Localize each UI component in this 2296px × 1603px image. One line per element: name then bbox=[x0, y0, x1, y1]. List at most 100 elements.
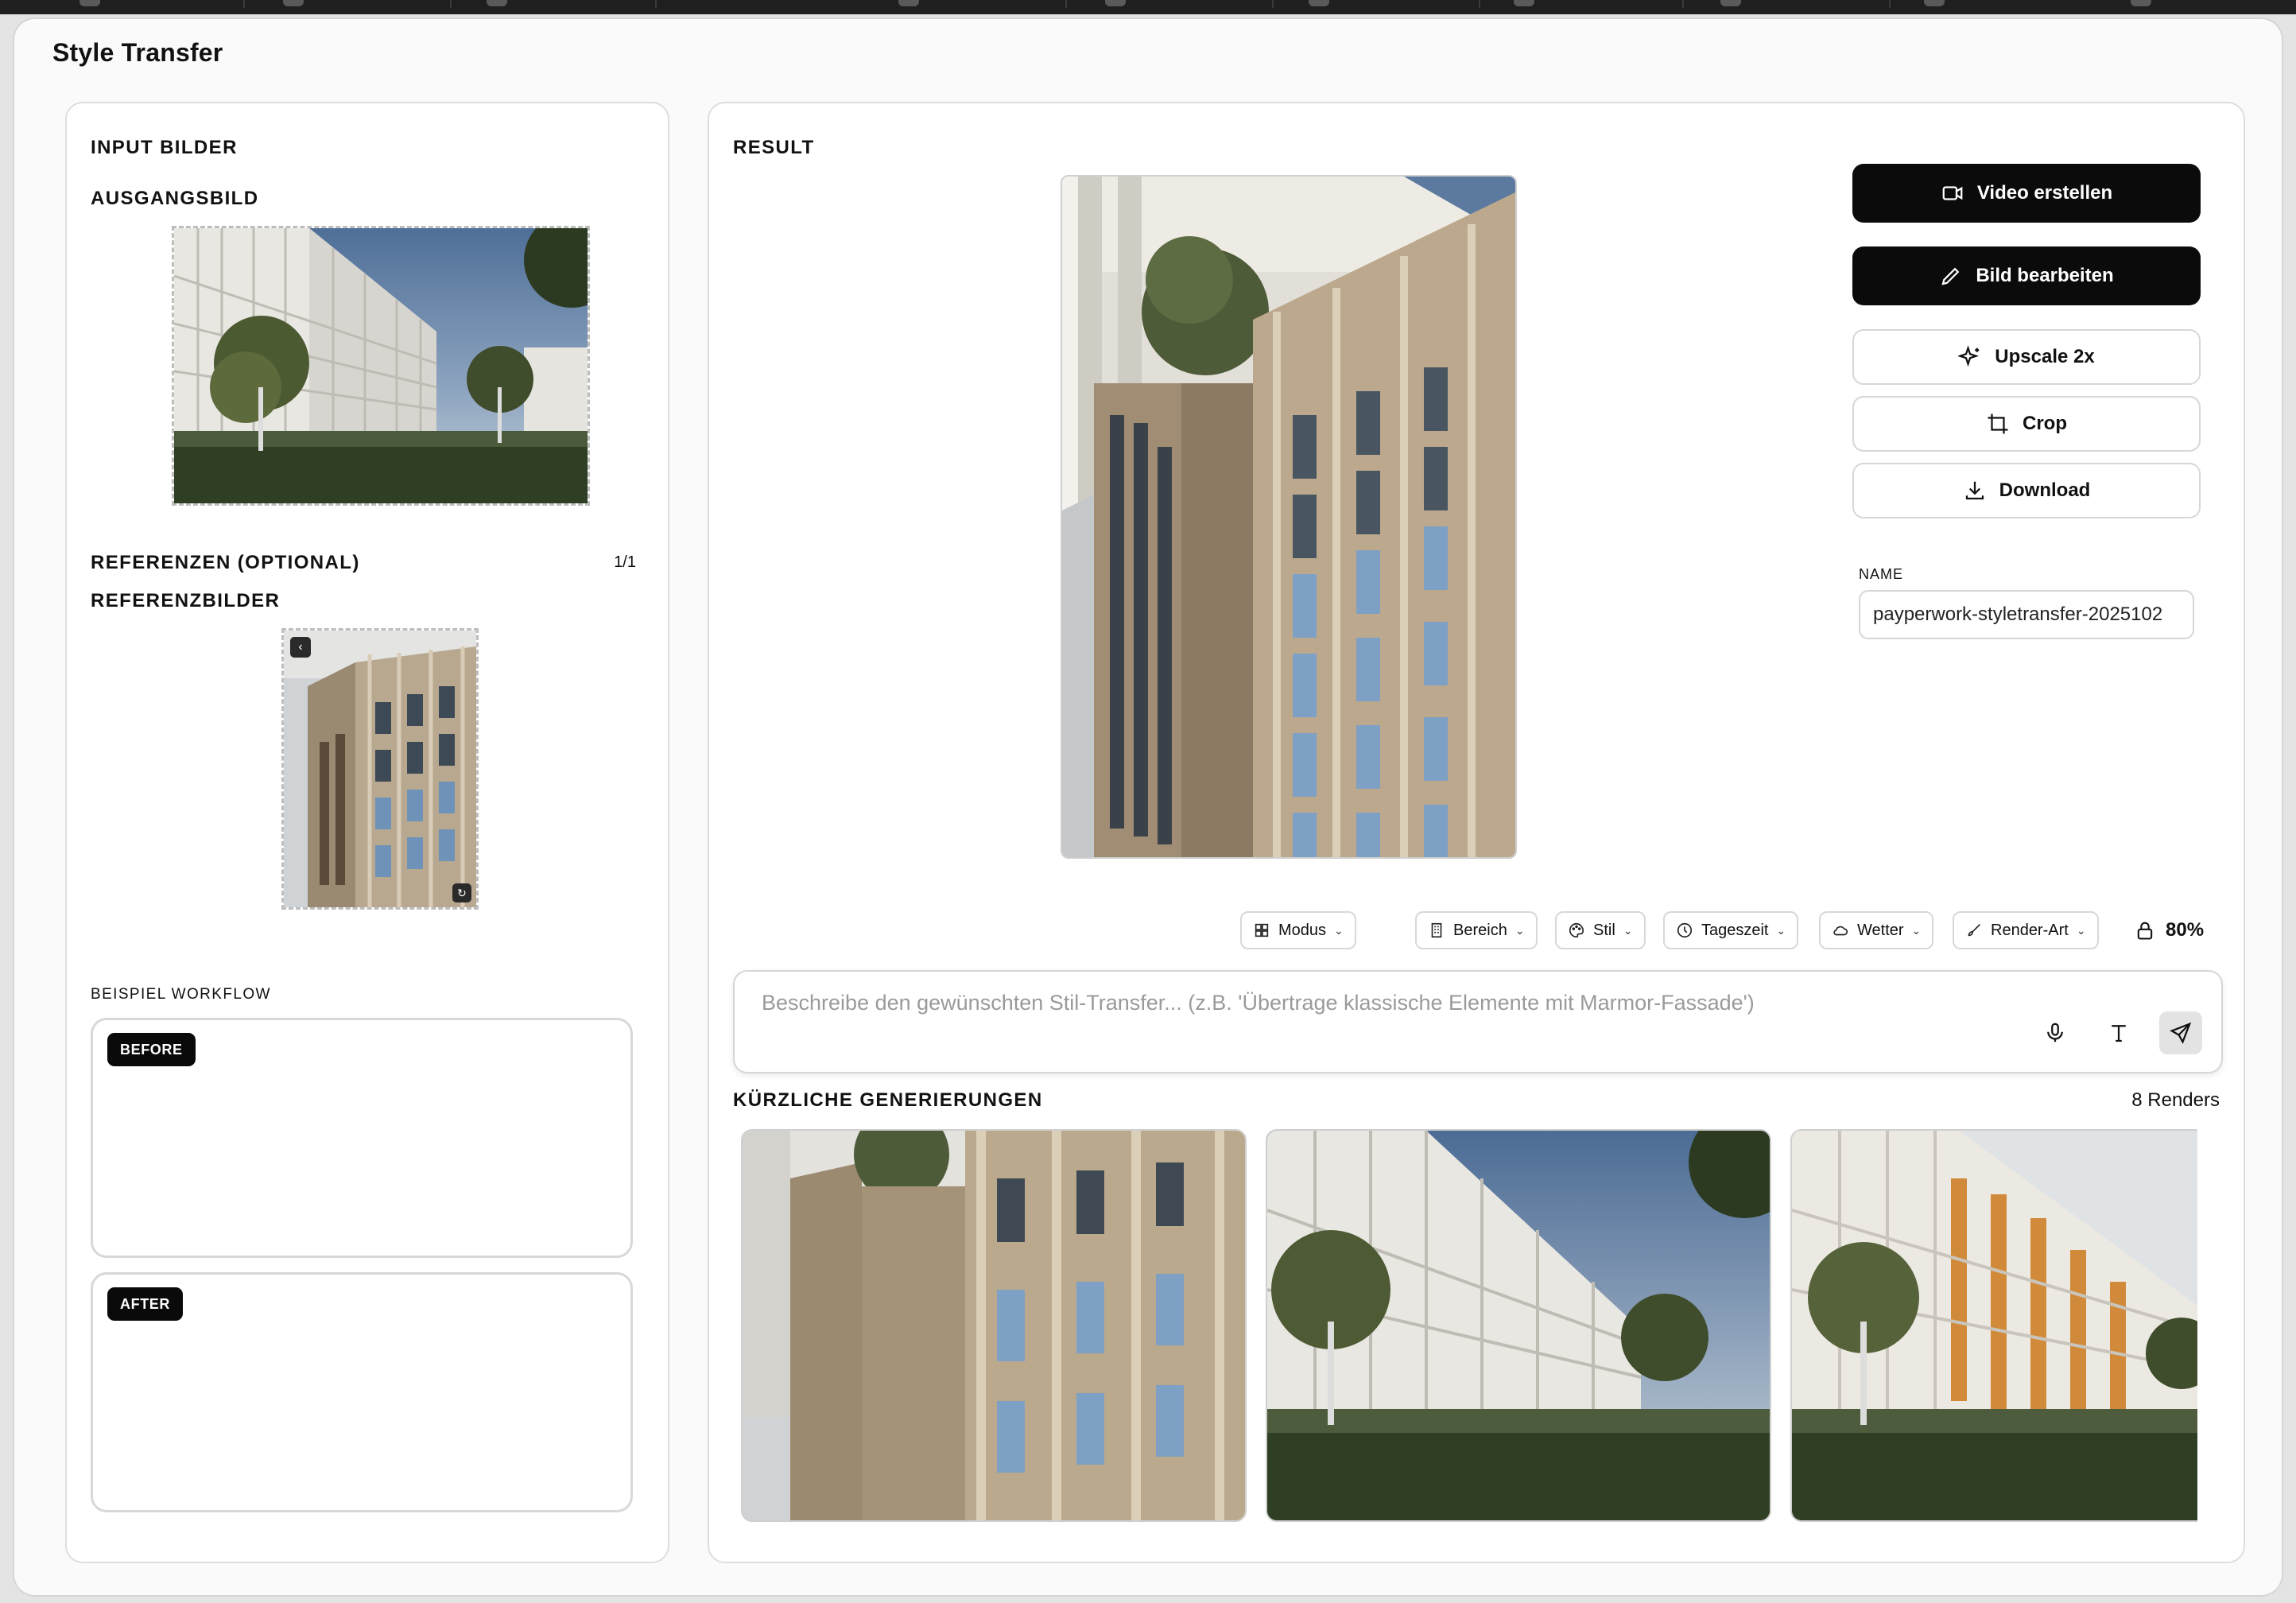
thumbnail-render bbox=[1267, 1131, 1770, 1520]
tab-icon[interactable] bbox=[487, 0, 507, 6]
chip-tageszeit-label: Tageszeit bbox=[1701, 921, 1769, 939]
before-tag: BEFORE bbox=[107, 1033, 196, 1066]
recent-render-thumbnail[interactable] bbox=[1790, 1129, 2197, 1522]
source-image[interactable] bbox=[172, 226, 590, 506]
text-icon bbox=[2112, 1025, 2126, 1042]
chevron-left-icon[interactable]: ‹ bbox=[290, 637, 311, 658]
chip-stil[interactable]: Stil ⌄ bbox=[1555, 911, 1646, 949]
reference-images-label: REFERENZBILDER bbox=[91, 590, 281, 611]
tab-icon[interactable] bbox=[283, 0, 304, 6]
crop-button[interactable]: Crop bbox=[1852, 396, 2201, 452]
tab-divider bbox=[1065, 0, 1067, 8]
download-button[interactable]: Download bbox=[1852, 463, 2201, 518]
edit-image-button[interactable]: Bild bearbeiten bbox=[1852, 246, 2201, 305]
result-panel: RESULT Video erstellen Bild bearbeiten U… bbox=[708, 102, 2245, 1563]
reference-image[interactable]: ‹ ↻ bbox=[281, 628, 479, 910]
upscale-label: Upscale 2x bbox=[1995, 346, 2095, 367]
source-image-label: AUSGANGSBILD bbox=[91, 188, 259, 209]
tab-divider bbox=[1479, 0, 1480, 8]
recent-render-thumbnail[interactable] bbox=[741, 1129, 1247, 1522]
create-video-button[interactable]: Video erstellen bbox=[1852, 164, 2201, 223]
chip-render-art-label: Render-Art bbox=[1991, 921, 2069, 939]
tab-icon[interactable] bbox=[1924, 0, 1945, 6]
tab-icon[interactable] bbox=[1309, 0, 1329, 6]
renders-count: 8 Renders bbox=[2131, 1089, 2220, 1111]
prompt-input[interactable]: Beschreibe den gewünschten Stil-Transfer… bbox=[733, 970, 2223, 1073]
tab-icon[interactable] bbox=[2131, 0, 2151, 6]
tab-divider bbox=[655, 0, 657, 8]
thumbnail-render bbox=[1792, 1131, 2197, 1520]
clock-icon bbox=[1677, 922, 1693, 938]
result-image[interactable] bbox=[1061, 175, 1517, 859]
source-image-render bbox=[174, 228, 588, 503]
crop-label: Crop bbox=[2023, 413, 2067, 434]
tab-divider bbox=[243, 0, 245, 8]
workflow-after-box: AFTER bbox=[91, 1272, 633, 1512]
strength-lock[interactable]: 80% bbox=[2134, 911, 2204, 949]
references-label: REFERENZEN (OPTIONAL) bbox=[91, 552, 360, 573]
tab-divider bbox=[450, 0, 452, 8]
tab-icon[interactable] bbox=[1514, 0, 1534, 6]
text-format-button[interactable] bbox=[2097, 1011, 2140, 1054]
tab-divider bbox=[1682, 0, 1684, 8]
chip-tageszeit[interactable]: Tageszeit ⌄ bbox=[1663, 911, 1799, 949]
microphone-button[interactable] bbox=[2034, 1011, 2077, 1054]
chip-wetter[interactable]: Wetter ⌄ bbox=[1819, 911, 1934, 949]
edit-image-label: Bild bearbeiten bbox=[1976, 265, 2114, 286]
result-panel-header: RESULT bbox=[733, 137, 815, 158]
chip-bereich[interactable]: Bereich ⌄ bbox=[1415, 911, 1538, 949]
input-panel: INPUT BILDER AUSGANGSBILD REFERENZEN (OP… bbox=[65, 102, 669, 1563]
download-label: Download bbox=[1999, 479, 2091, 501]
name-input[interactable] bbox=[1859, 590, 2194, 639]
chevron-down-icon: ⌄ bbox=[1911, 923, 1922, 937]
cloud-icon bbox=[1833, 926, 1848, 936]
lock-icon bbox=[2137, 922, 2153, 940]
recent-render-thumbnail[interactable] bbox=[1266, 1129, 1771, 1522]
create-video-label: Video erstellen bbox=[1976, 182, 2113, 204]
workflow-label: BEISPIEL WORKFLOW bbox=[91, 986, 271, 1003]
grid-icon bbox=[1255, 923, 1269, 937]
browser-tab-strip bbox=[0, 0, 2296, 14]
chevron-down-icon: ⌄ bbox=[1334, 923, 1344, 937]
upscale-button[interactable]: Upscale 2x bbox=[1852, 329, 2201, 385]
chevron-down-icon: ⌄ bbox=[1515, 923, 1525, 937]
recent-generations-label: KÜRZLICHE GENERIERUNGEN bbox=[733, 1089, 1043, 1111]
microphone-icon bbox=[2047, 1023, 2063, 1042]
after-tag: AFTER bbox=[107, 1287, 183, 1321]
download-icon bbox=[1965, 481, 1984, 500]
refresh-icon[interactable]: ↻ bbox=[452, 883, 471, 902]
reference-image-render bbox=[284, 631, 476, 907]
chevron-down-icon: ⌄ bbox=[1623, 923, 1633, 937]
app-window: Style Transfer INPUT BILDER AUSGANGSBILD bbox=[14, 19, 2282, 1595]
tab-icon[interactable] bbox=[80, 0, 100, 6]
page-title: Style Transfer bbox=[52, 38, 223, 67]
chip-wetter-label: Wetter bbox=[1857, 921, 1904, 939]
chip-bereich-label: Bereich bbox=[1453, 921, 1507, 939]
chip-modus[interactable]: Modus ⌄ bbox=[1240, 911, 1356, 949]
chip-stil-label: Stil bbox=[1593, 921, 1615, 939]
tab-divider bbox=[1272, 0, 1274, 8]
video-icon bbox=[1942, 186, 1963, 200]
name-label: NAME bbox=[1859, 566, 1904, 582]
sparkles-icon bbox=[1958, 345, 1980, 367]
tab-divider bbox=[1889, 0, 1891, 8]
send-button[interactable] bbox=[2159, 1011, 2202, 1054]
chevron-down-icon: ⌄ bbox=[2076, 923, 2086, 937]
palette-icon bbox=[1569, 922, 1584, 938]
brush-icon bbox=[1968, 924, 1980, 937]
prompt-placeholder: Beschreibe den gewünschten Stil-Transfer… bbox=[762, 991, 1755, 1015]
tab-icon[interactable] bbox=[1720, 0, 1741, 6]
tab-icon[interactable] bbox=[898, 0, 919, 6]
crop-icon bbox=[1988, 413, 2008, 434]
references-count: 1/1 bbox=[614, 553, 636, 571]
workflow-before-box: BEFORE bbox=[91, 1018, 633, 1258]
strength-value: 80% bbox=[2166, 919, 2205, 941]
input-panel-header: INPUT BILDER bbox=[91, 137, 238, 158]
chip-render-art[interactable]: Render-Art ⌄ bbox=[1953, 911, 2099, 949]
chevron-down-icon: ⌄ bbox=[1776, 923, 1786, 937]
chip-modus-label: Modus bbox=[1278, 921, 1327, 939]
thumbnail-render bbox=[743, 1131, 1245, 1520]
tab-icon[interactable] bbox=[1105, 0, 1126, 6]
pencil-icon bbox=[1941, 267, 1960, 285]
result-image-render bbox=[1062, 177, 1515, 857]
